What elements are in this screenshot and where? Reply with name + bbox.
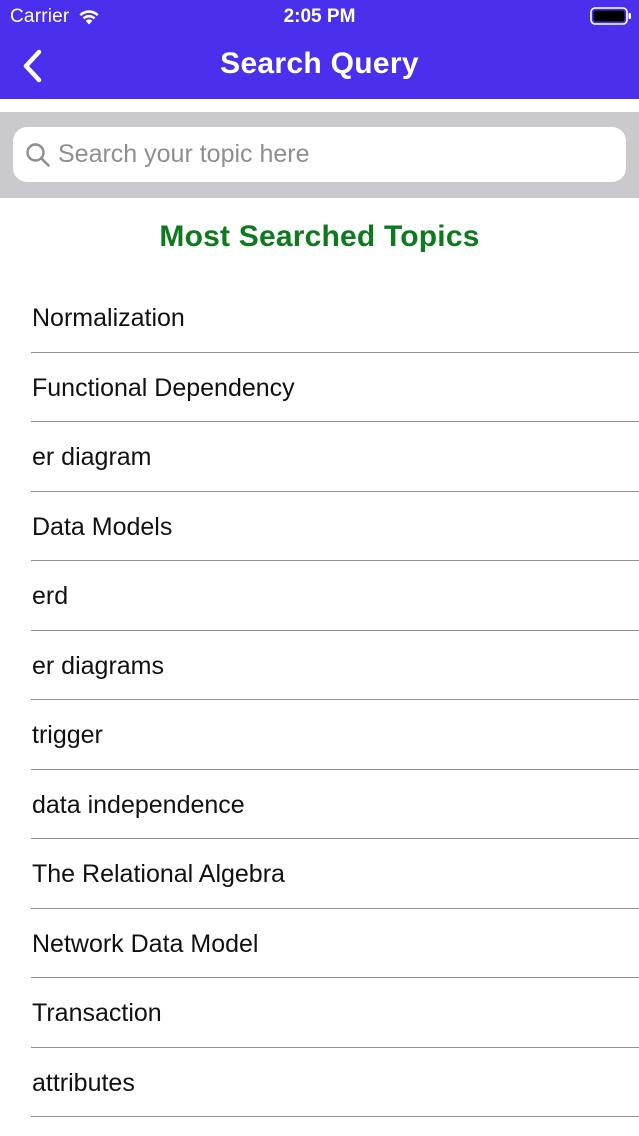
topic-label: Network Data Model <box>32 929 259 958</box>
search-icon <box>26 143 50 167</box>
app-header: Carrier 2:05 PM Search Query <box>0 0 639 99</box>
search-bar-container <box>0 112 639 198</box>
topic-label: data independence <box>32 790 245 819</box>
topic-item-functional-dependency[interactable]: Functional Dependency <box>0 353 639 423</box>
topic-label: er diagram <box>32 443 152 471</box>
search-box[interactable] <box>13 127 626 182</box>
topic-item-transaction[interactable]: Transaction <box>0 978 639 1048</box>
topic-label: Data Models <box>32 512 173 541</box>
topic-label: The Relational Algebra <box>32 860 285 888</box>
topic-item-erd[interactable]: erd <box>0 561 639 631</box>
topic-label: attributes <box>32 1068 135 1097</box>
topic-item-normalization[interactable]: Normalization <box>0 283 639 353</box>
topic-label: erd <box>32 582 69 610</box>
topic-item-network-data-model[interactable]: Network Data Model <box>0 909 639 979</box>
topic-item-data-models[interactable]: Data Models <box>0 492 639 562</box>
section-title: Most Searched Topics <box>159 220 480 253</box>
topic-item-trigger[interactable]: trigger <box>0 700 639 770</box>
search-input[interactable] <box>58 127 613 182</box>
topic-list: Normalization Functional Dependency er d… <box>0 283 639 1117</box>
topic-item-data-independence[interactable]: data independence <box>0 770 639 840</box>
topic-item-er-diagram[interactable]: er diagram <box>0 422 639 492</box>
topic-label: Transaction <box>32 999 162 1027</box>
topic-label: er diagrams <box>32 651 164 680</box>
status-bar: Carrier 2:05 PM <box>0 0 639 34</box>
navigation-bar: Search Query <box>0 34 639 99</box>
page-title: Search Query <box>220 47 419 80</box>
topic-item-relational-algebra[interactable]: The Relational Algebra <box>0 839 639 909</box>
topic-label: Functional Dependency <box>32 373 295 402</box>
battery-icon <box>590 7 631 25</box>
topic-label: trigger <box>32 721 103 749</box>
topic-item-attributes[interactable]: attributes <box>0 1048 639 1118</box>
status-time: 2:05 PM <box>283 6 356 27</box>
topic-item-er-diagrams[interactable]: er diagrams <box>0 631 639 701</box>
topic-label: Normalization <box>32 304 185 332</box>
